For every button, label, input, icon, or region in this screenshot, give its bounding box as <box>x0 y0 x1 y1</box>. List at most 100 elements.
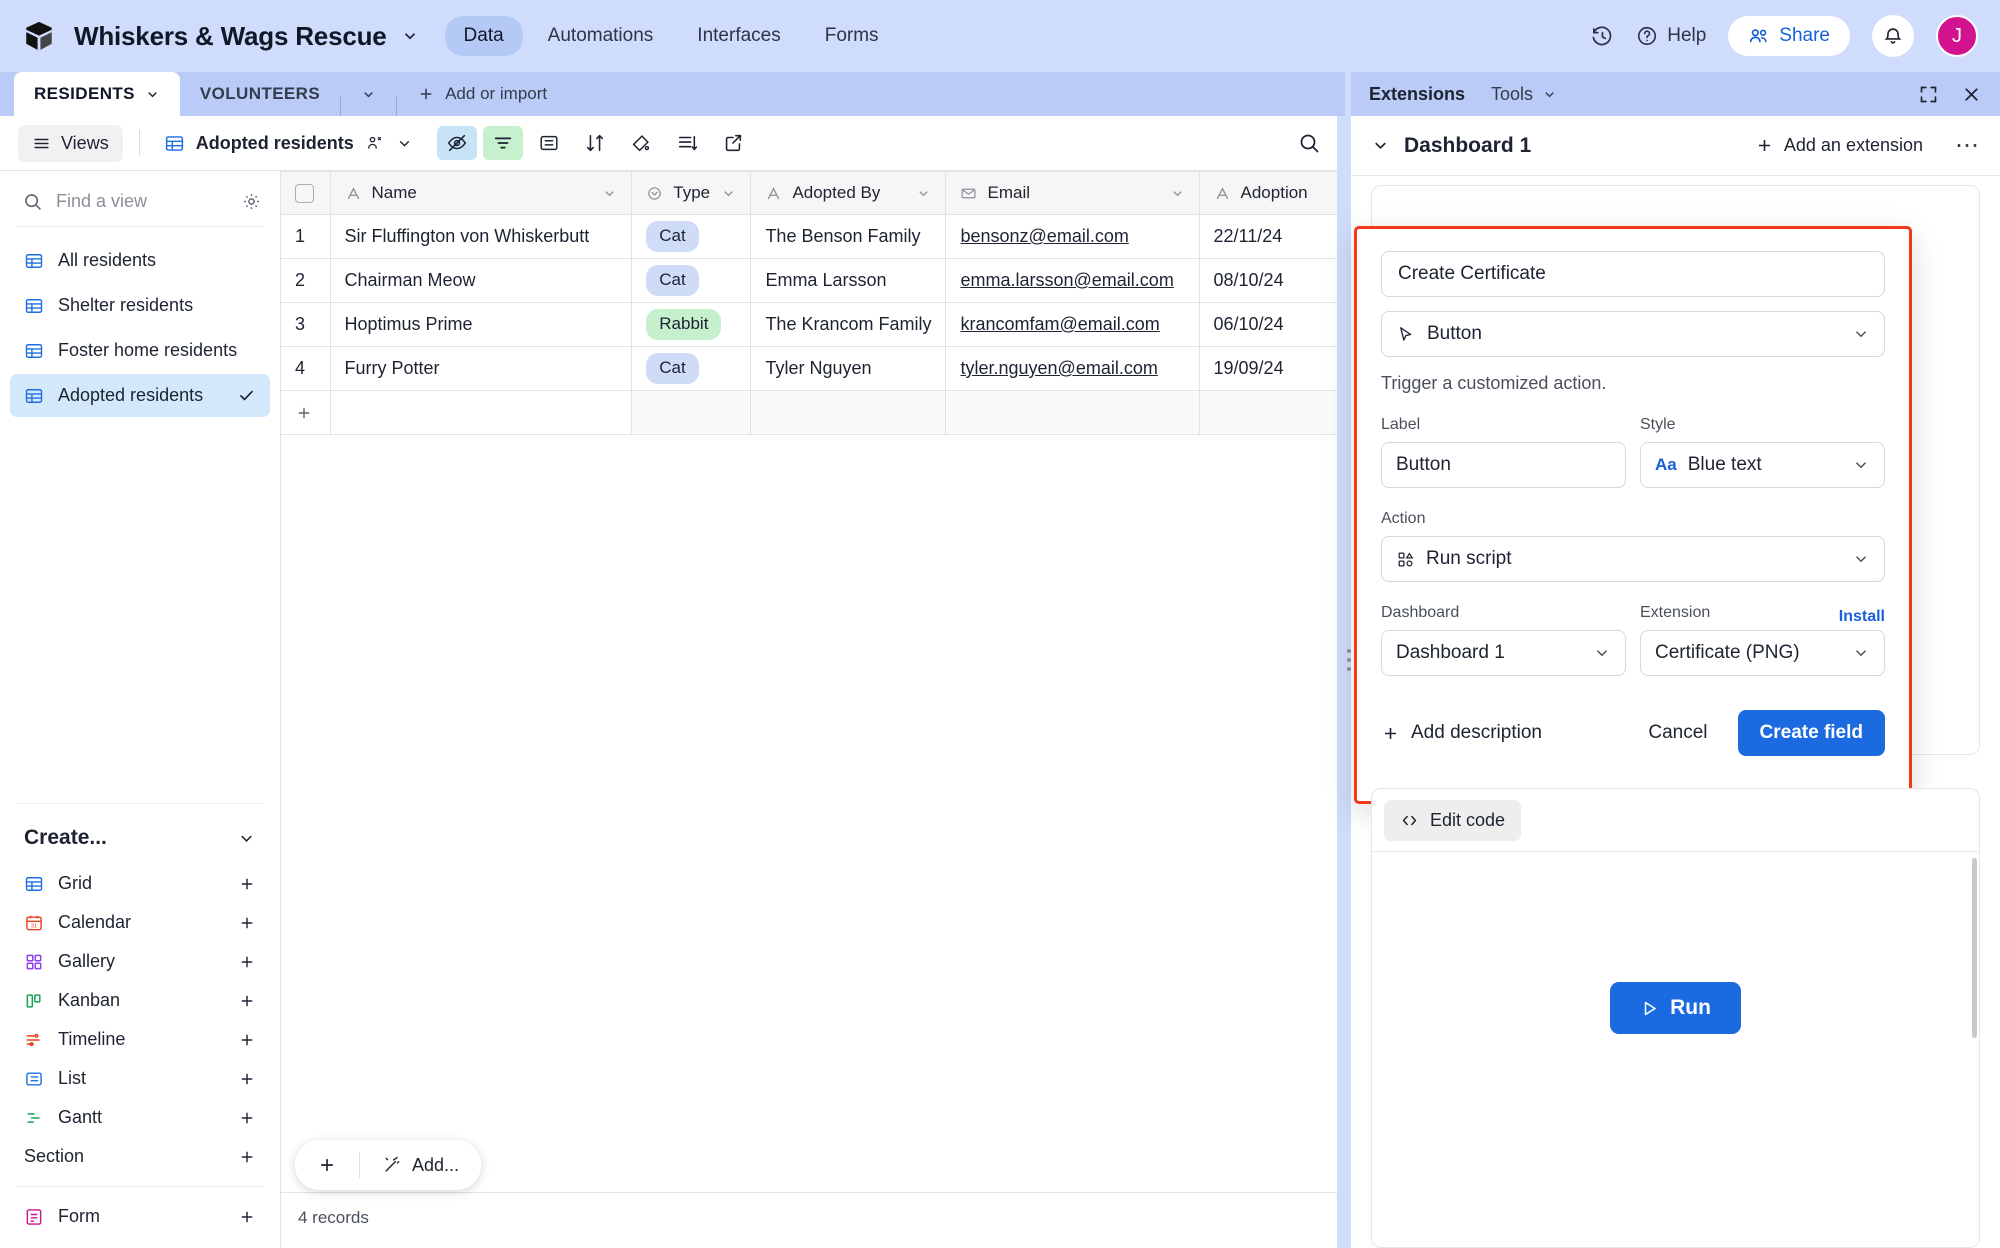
top-nav-item-automations[interactable]: Automations <box>529 16 673 56</box>
action-select[interactable]: Run script <box>1381 536 1885 582</box>
create-item-gallery[interactable]: Gallery <box>0 942 280 981</box>
cell-name[interactable]: Sir Fluffington von Whiskerbutt <box>330 215 632 259</box>
cell-type[interactable]: Cat <box>632 347 751 391</box>
cell-email[interactable]: tyler.nguyen@email.com <box>946 347 1199 391</box>
row-height-icon[interactable] <box>667 126 707 160</box>
table-overflow-button[interactable] <box>341 72 396 116</box>
table-row[interactable]: 4 Furry Potter Cat Tyler Nguyen tyler.ng… <box>281 347 1345 391</box>
button-label-input[interactable]: Button <box>1381 442 1626 488</box>
sidebar-item-adopted-residents[interactable]: Adopted residents <box>10 374 270 417</box>
cell-name[interactable]: Chairman Meow <box>330 259 632 303</box>
dashboard-select[interactable]: Dashboard 1 <box>1381 630 1626 676</box>
add-record-cell[interactable] <box>281 391 330 435</box>
views-button[interactable]: Views <box>18 125 123 162</box>
sidebar-item-foster-home-residents[interactable]: Foster home residents <box>10 329 270 372</box>
cell-adoption[interactable]: 06/10/24 <box>1199 303 1344 347</box>
chevron-down-icon[interactable] <box>396 135 413 152</box>
plus-icon[interactable] <box>238 953 256 971</box>
email-link[interactable]: emma.larsson@email.com <box>960 270 1173 290</box>
add-or-import-button[interactable]: Add or import <box>397 72 567 116</box>
run-button[interactable]: Run <box>1610 982 1741 1034</box>
sidebar-item-all-residents[interactable]: All residents <box>10 239 270 282</box>
sort-icon[interactable] <box>575 126 615 160</box>
add-record-row[interactable] <box>281 391 1345 435</box>
column-header-email[interactable]: Email <box>946 172 1199 215</box>
filter-icon[interactable] <box>483 126 523 160</box>
editor-scrollbar[interactable] <box>1972 858 1977 1038</box>
cell-type[interactable]: Cat <box>632 259 751 303</box>
avatar[interactable]: J <box>1936 15 1978 57</box>
close-icon[interactable] <box>1961 84 1982 105</box>
notifications-button[interactable] <box>1872 15 1914 57</box>
chevron-down-icon[interactable] <box>602 186 617 201</box>
create-item-gantt[interactable]: Gantt <box>0 1098 280 1137</box>
plus-icon[interactable] <box>238 992 256 1010</box>
plus-icon[interactable] <box>238 1031 256 1049</box>
plus-icon[interactable] <box>295 404 316 422</box>
column-header-adopted-by[interactable]: Adopted By <box>751 172 946 215</box>
cancel-button[interactable]: Cancel <box>1630 712 1725 754</box>
share-button[interactable]: Share <box>1728 16 1850 56</box>
table-row[interactable]: 2 Chairman Meow Cat Emma Larsson emma.la… <box>281 259 1345 303</box>
column-header-type[interactable]: Type <box>632 172 751 215</box>
expand-icon[interactable] <box>1918 84 1939 105</box>
find-a-view-input[interactable] <box>56 191 206 212</box>
plus-icon[interactable] <box>238 875 256 893</box>
top-nav-item-data[interactable]: Data <box>445 16 523 56</box>
plus-icon[interactable] <box>238 1070 256 1088</box>
install-link[interactable]: Install <box>1839 608 1885 626</box>
gear-icon[interactable] <box>241 191 262 212</box>
create-item-section[interactable]: Section <box>0 1137 280 1176</box>
create-field-button[interactable]: Create field <box>1738 710 1885 756</box>
chevron-down-icon[interactable] <box>1371 136 1390 155</box>
email-link[interactable]: tyler.nguyen@email.com <box>960 358 1157 378</box>
create-item-grid[interactable]: Grid <box>0 864 280 903</box>
extensions-tools-button[interactable]: Tools <box>1491 84 1557 105</box>
color-icon[interactable] <box>621 126 661 160</box>
panel-splitter[interactable] <box>1337 116 1351 1248</box>
chevron-down-icon[interactable] <box>721 186 736 201</box>
create-header[interactable]: Create... <box>0 820 280 864</box>
select-all-header[interactable] <box>281 172 330 215</box>
cell-adoption[interactable]: 08/10/24 <box>1199 259 1344 303</box>
cell-adopted-by[interactable]: The Benson Family <box>751 215 946 259</box>
cell-email[interactable]: krancomfam@email.com <box>946 303 1199 347</box>
grid-search-button[interactable] <box>1297 131 1327 155</box>
ellipsis-icon[interactable]: ⋯ <box>1937 131 1980 160</box>
column-header-name[interactable]: Name <box>330 172 632 215</box>
cell-adoption[interactable]: 22/11/24 <box>1199 215 1344 259</box>
plus-icon[interactable] <box>238 914 256 932</box>
table-tab-volunteers[interactable]: VOLUNTEERS <box>180 72 340 116</box>
cell-name[interactable]: Furry Potter <box>330 347 632 391</box>
cell-adoption[interactable]: 19/09/24 <box>1199 347 1344 391</box>
sidebar-item-shelter-residents[interactable]: Shelter residents <box>10 284 270 327</box>
plus-icon[interactable] <box>238 1208 256 1226</box>
cell-email[interactable]: emma.larsson@email.com <box>946 259 1199 303</box>
top-nav-item-forms[interactable]: Forms <box>806 16 898 56</box>
hide-fields-icon[interactable] <box>437 126 477 160</box>
add-with-ai-button[interactable]: Add... <box>360 1140 481 1190</box>
add-description-button[interactable]: Add description <box>1381 722 1542 744</box>
create-item-kanban[interactable]: Kanban <box>0 981 280 1020</box>
plus-icon[interactable] <box>238 1109 256 1127</box>
chevron-down-icon[interactable] <box>237 829 256 848</box>
people-eye-icon[interactable] <box>365 133 385 153</box>
cell-adopted-by[interactable]: The Krancom Family <box>751 303 946 347</box>
create-item-list[interactable]: List <box>0 1059 280 1098</box>
share-view-icon[interactable] <box>713 126 753 160</box>
help-button[interactable]: Help <box>1636 25 1706 47</box>
table-row[interactable]: 1 Sir Fluffington von Whiskerbutt Cat Th… <box>281 215 1345 259</box>
cell-adopted-by[interactable]: Tyler Nguyen <box>751 347 946 391</box>
history-clock-icon[interactable] <box>1591 25 1614 48</box>
extension-select[interactable]: Certificate (PNG) <box>1640 630 1885 676</box>
create-item-timeline[interactable]: Timeline <box>0 1020 280 1059</box>
add-record-button[interactable] <box>295 1140 359 1190</box>
create-item-calendar[interactable]: 31 Calendar <box>0 903 280 942</box>
field-type-select[interactable]: Button <box>1381 311 1885 357</box>
cell-adopted-by[interactable]: Emma Larsson <box>751 259 946 303</box>
cell-type[interactable]: Cat <box>632 215 751 259</box>
table-row[interactable]: 3 Hoptimus Prime Rabbit The Krancom Fami… <box>281 303 1345 347</box>
chevron-down-icon[interactable] <box>916 186 931 201</box>
chevron-down-icon[interactable] <box>145 87 160 102</box>
add-extension-button[interactable]: Add an extension <box>1755 135 1923 156</box>
